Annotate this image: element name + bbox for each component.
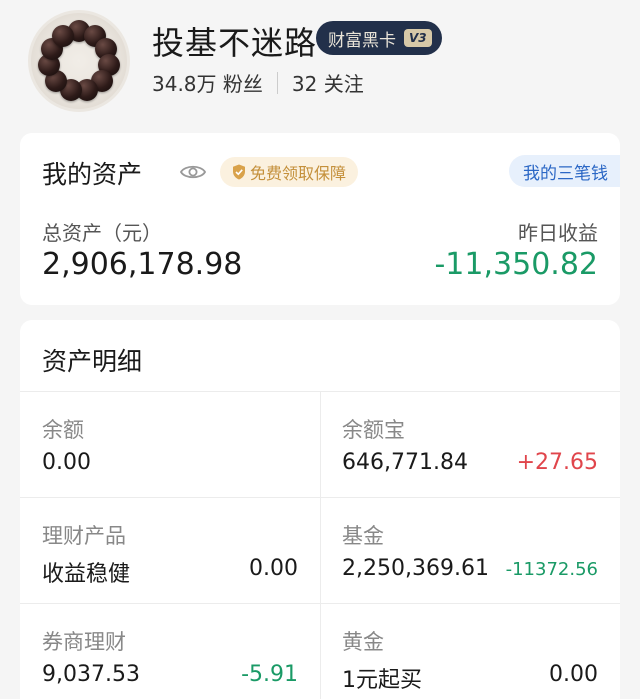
- asset-item-label: 余额: [42, 418, 84, 442]
- free-protection-button[interactable]: 免费领取保障: [220, 157, 359, 187]
- asset-item-balance[interactable]: 余额 0.00: [20, 392, 320, 498]
- eye-icon[interactable]: [180, 163, 206, 181]
- asset-item-label: 黄金: [342, 630, 384, 654]
- badge-level: V3: [404, 29, 432, 47]
- total-assets-value: 2,906,178.98: [42, 247, 243, 282]
- three-money-button[interactable]: 我的三笔钱: [509, 155, 620, 187]
- asset-item-gold[interactable]: 黄金 1元起买 0.00: [320, 604, 620, 699]
- protect-label: 免费领取保障: [250, 164, 347, 183]
- assets-title: 我的资产: [42, 160, 143, 189]
- asset-item-change: -5.91: [241, 662, 298, 687]
- asset-item-value: 2,250,369.61: [342, 556, 489, 581]
- total-assets-label: 总资产（元）: [42, 221, 162, 245]
- asset-item-label: 券商理财: [42, 630, 126, 654]
- asset-item-broker-wealth[interactable]: 券商理财 9,037.53 -5.91: [20, 604, 320, 699]
- asset-item-value: 1元起买: [342, 668, 422, 693]
- asset-item-value: 0.00: [42, 450, 91, 475]
- profile-stats: 34.8万 粉丝 32 关注: [152, 68, 364, 97]
- asset-item-label: 理财产品: [42, 524, 126, 548]
- asset-item-funds[interactable]: 基金 2,250,369.61 -11372.56: [320, 498, 620, 604]
- yesterday-earnings-value: -11,350.82: [434, 247, 598, 282]
- details-title: 资产明细: [42, 347, 143, 376]
- asset-item-change: 0.00: [249, 556, 298, 581]
- asset-item-label: 基金: [342, 524, 384, 548]
- asset-item-value: 646,771.84: [342, 450, 468, 475]
- asset-item-value: 收益稳健: [42, 562, 131, 587]
- asset-details-card: 资产明细 余额 0.00 余额宝 646,771.84 +27.65 理财产品 …: [20, 320, 620, 699]
- stats-divider: [276, 71, 278, 94]
- followers-count[interactable]: 34.8万 粉丝: [152, 68, 263, 97]
- asset-item-change: +27.65: [516, 450, 598, 475]
- shield-check-icon: [233, 164, 245, 180]
- asset-item-label: 余额宝: [342, 418, 405, 442]
- asset-item-yuebao[interactable]: 余额宝 646,771.84 +27.65: [320, 392, 620, 498]
- following-count[interactable]: 32 关注: [292, 68, 364, 97]
- asset-item-change: -11372.56: [505, 559, 598, 580]
- asset-item-change: 0.00: [549, 662, 598, 687]
- badge-label: 财富黑卡: [328, 30, 396, 51]
- asset-item-wealth-products[interactable]: 理财产品 收益稳健 0.00: [20, 498, 320, 604]
- avatar[interactable]: [28, 10, 130, 112]
- asset-item-value: 9,037.53: [42, 662, 140, 687]
- username: 投基不迷路: [152, 24, 318, 62]
- yesterday-earnings-label: 昨日收益: [518, 221, 598, 245]
- profile-header: 投基不迷路 财富黑卡 V3 34.8万 粉丝 32 关注: [0, 0, 640, 130]
- my-assets-card: 我的资产 免费领取保障 我的三笔钱 总资产（元） 2,906,178.98 昨日…: [20, 133, 620, 305]
- avatar-bead: [51, 24, 74, 47]
- wealth-card-badge[interactable]: 财富黑卡 V3: [316, 21, 442, 55]
